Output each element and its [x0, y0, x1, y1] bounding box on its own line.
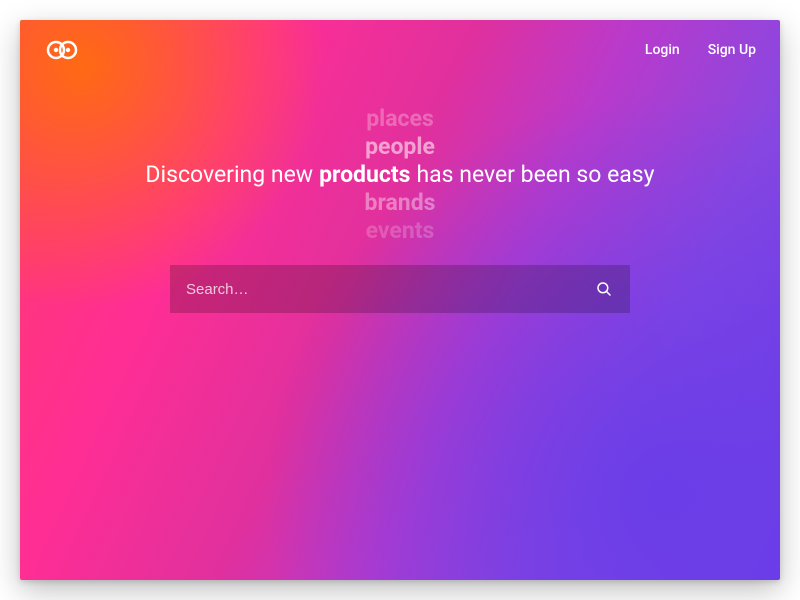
search-icon[interactable]	[594, 279, 614, 299]
hero-suffix: has never been so easy	[416, 161, 654, 189]
carousel-word: people	[365, 133, 435, 161]
signup-link[interactable]: Sign Up	[708, 42, 756, 58]
nav-links: Login Sign Up	[645, 42, 756, 58]
logo-icon[interactable]	[44, 38, 80, 62]
search-bar	[170, 265, 630, 313]
search-input[interactable]	[186, 281, 594, 298]
hero: places people Discovering new products h…	[20, 105, 780, 245]
carousel-word-active: products	[319, 161, 410, 189]
hero-prefix: Discovering new	[145, 161, 313, 189]
carousel-word: places	[366, 105, 434, 133]
topbar: Login Sign Up	[20, 20, 780, 80]
word-carousel: places people Discovering new products h…	[20, 105, 780, 245]
hero-headline: Discovering new products has never been …	[20, 161, 780, 189]
carousel-word: events	[366, 217, 435, 245]
login-link[interactable]: Login	[645, 42, 680, 58]
carousel-word: brands	[365, 189, 436, 217]
landing-stage: Login Sign Up places people Discovering …	[20, 20, 780, 580]
